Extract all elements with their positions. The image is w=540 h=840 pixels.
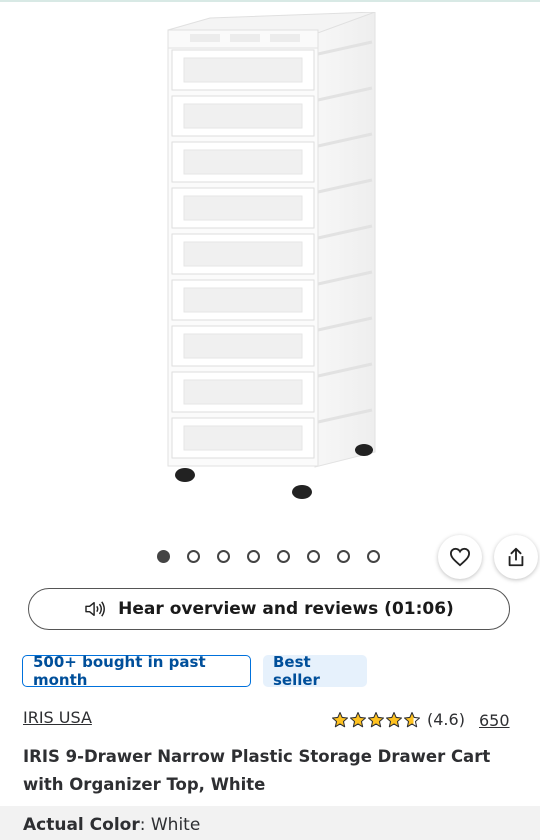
audio-overview-label: Hear overview and reviews (01:06) xyxy=(118,599,454,619)
star-icon xyxy=(403,711,421,727)
rating-value: (4.6) xyxy=(427,710,465,729)
share-icon xyxy=(508,547,524,567)
color-label: Actual Color xyxy=(23,815,140,835)
star-icon xyxy=(331,711,349,727)
gallery-dot[interactable] xyxy=(367,550,380,563)
star-icon xyxy=(385,711,403,727)
brand-link[interactable]: IRIS USA xyxy=(23,708,92,727)
audio-overview-button[interactable]: Hear overview and reviews (01:06) xyxy=(28,588,510,630)
share-button[interactable] xyxy=(494,535,538,579)
color-value: White xyxy=(150,815,201,835)
gallery-dot[interactable] xyxy=(277,550,290,563)
product-title: IRIS 9-Drawer Narrow Plastic Storage Dra… xyxy=(23,747,491,794)
review-count-link[interactable]: 650 xyxy=(479,711,510,730)
bought-badge: 500+ bought in past month xyxy=(22,653,251,689)
best-seller-badge: Best seller xyxy=(263,653,367,689)
star-icon xyxy=(349,711,367,727)
heart-icon xyxy=(449,547,471,567)
drawer-window xyxy=(183,241,303,267)
actual-color: Actual Color: White xyxy=(23,815,201,835)
drawer-window xyxy=(183,57,303,83)
rating[interactable]: (4.6) xyxy=(331,710,465,729)
drawer-window xyxy=(183,425,303,451)
star-rating xyxy=(331,711,421,729)
drawer-window xyxy=(183,379,303,405)
drawer-window xyxy=(183,287,303,313)
favorite-button[interactable] xyxy=(438,535,482,579)
gallery-dot[interactable] xyxy=(217,550,230,563)
drawer-window xyxy=(183,195,303,221)
drawer-window xyxy=(183,149,303,175)
gallery-dot[interactable] xyxy=(337,550,350,563)
top-divider xyxy=(0,0,540,2)
speaker-icon xyxy=(85,601,106,617)
gallery-dot[interactable] xyxy=(187,550,200,563)
gallery-dot[interactable] xyxy=(157,550,170,563)
gallery-dot[interactable] xyxy=(307,550,320,563)
gallery-dot[interactable] xyxy=(247,550,260,563)
product-image[interactable] xyxy=(150,12,390,512)
drawer-window xyxy=(183,333,303,359)
drawer-window xyxy=(183,103,303,129)
star-icon xyxy=(367,711,385,727)
gallery-pagination[interactable] xyxy=(157,550,380,568)
